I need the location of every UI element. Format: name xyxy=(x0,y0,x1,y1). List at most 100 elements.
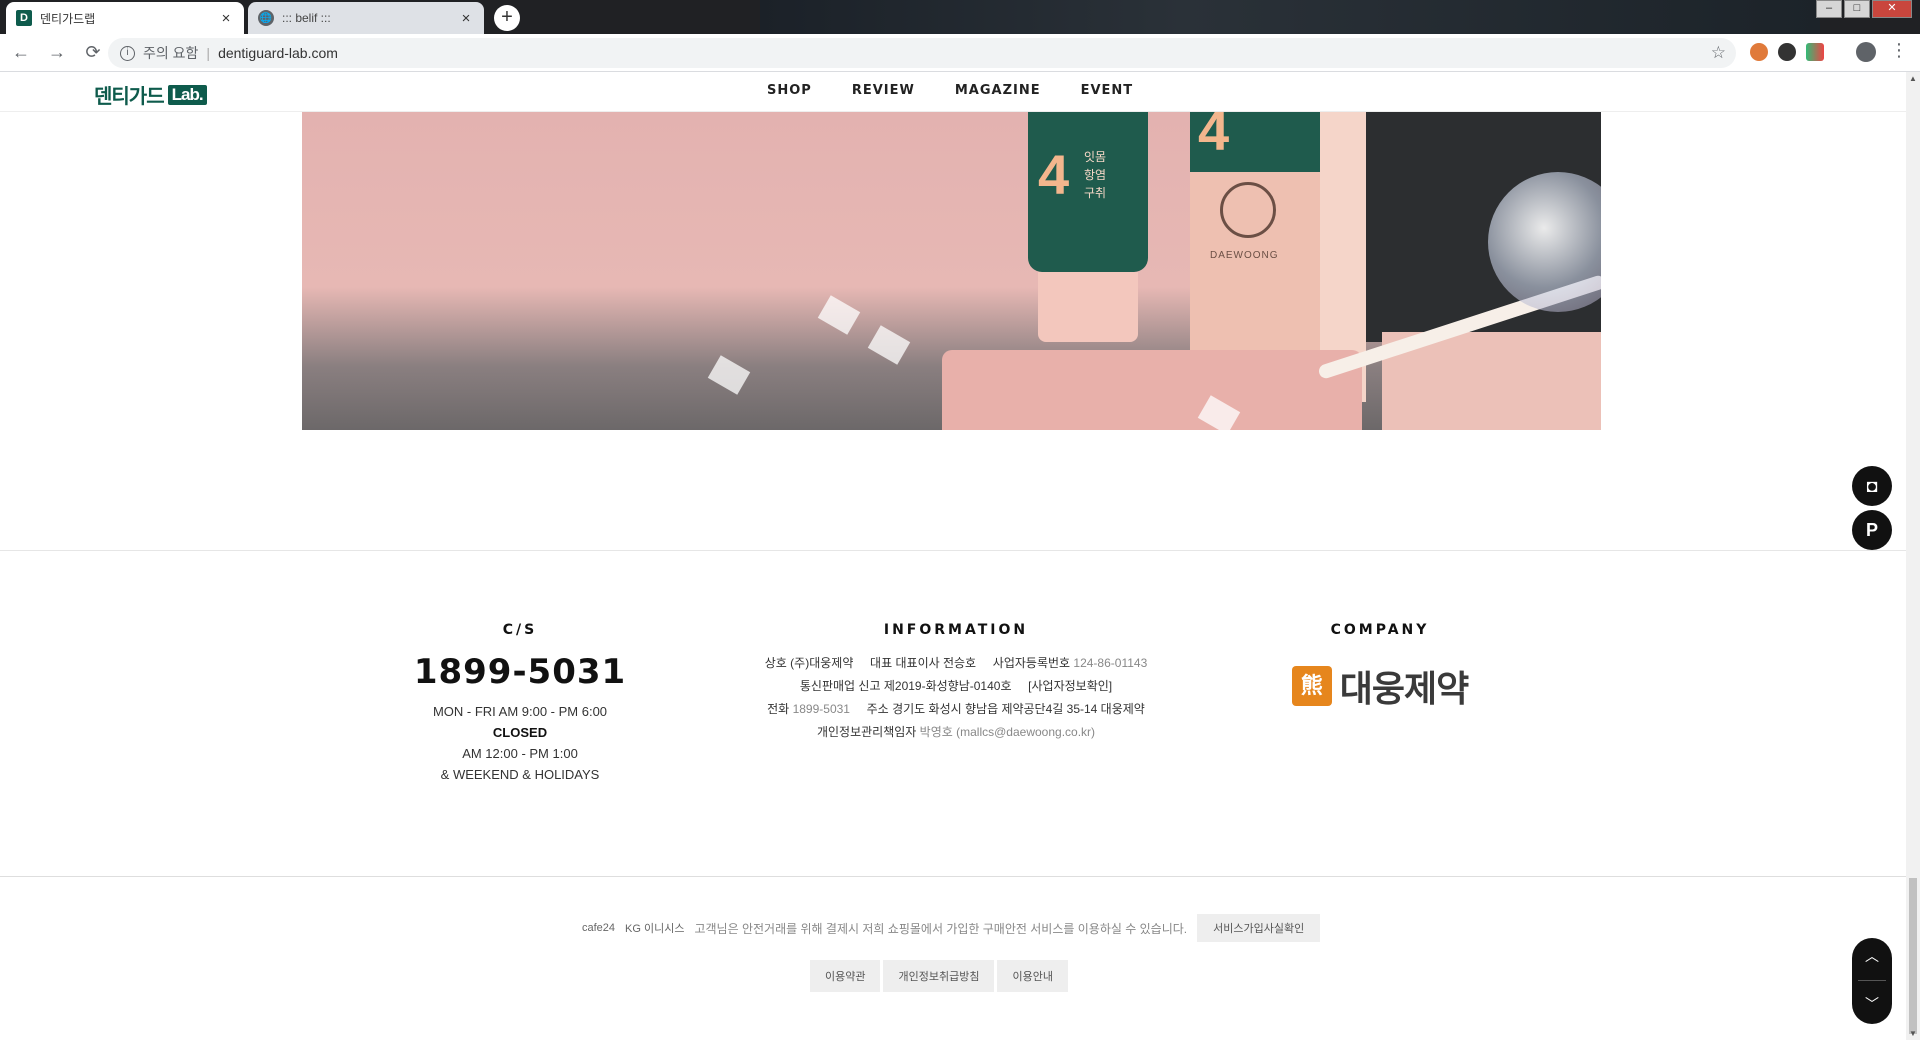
toothpaste-tube: 4 잇몸 항염 구취 xyxy=(1028,112,1148,272)
page-scrollbar[interactable]: ▲ ▼ xyxy=(1906,72,1920,1040)
crystal xyxy=(707,355,751,395)
info-value: 박영호 (mallcs@daewoong.co.kr) xyxy=(919,725,1096,739)
cs-holidays: & WEEKEND & HOLIDAYS xyxy=(440,767,600,782)
scroll-up-arrow-icon[interactable]: ▲ xyxy=(1909,74,1917,83)
cs-heading: C/S xyxy=(502,622,538,638)
terms-link[interactable]: 이용약관 xyxy=(810,960,881,992)
logo-badge: Lab. xyxy=(167,84,207,105)
escrow-notice: cafe24 KG 이니시스 고객님은 안전거래를 위해 결제시 저희 쇼핑몰에… xyxy=(582,914,1321,942)
info-label: 통신판매업 신고 xyxy=(799,679,881,693)
footer-divider xyxy=(0,876,1906,877)
extension-icon[interactable] xyxy=(1750,43,1768,61)
scroll-up-button[interactable]: ︿ xyxy=(1852,946,1892,966)
business-info-link[interactable]: [사업자정보확인] xyxy=(1028,679,1112,693)
address-separator: | xyxy=(206,45,211,61)
hero-product-image: 4 잇몸 항염 구취 4 DAEWOONG xyxy=(302,112,1601,430)
footer-cs: C/S 1899-5031 MON - FRI AM 9:00 - PM 6:0… xyxy=(400,622,640,782)
crystal xyxy=(867,325,911,365)
close-tab-icon[interactable]: × xyxy=(458,10,474,27)
service-verify-button[interactable]: 서비스가입사실확인 xyxy=(1197,914,1321,942)
seal-icon xyxy=(1220,182,1276,238)
nav-shop[interactable]: SHOP xyxy=(767,83,812,98)
main-navigation: SHOP REVIEW MAGAZINE EVENT xyxy=(767,83,1133,98)
info-value: 대표이사 전승호 xyxy=(895,656,977,670)
security-label: 주의 요함 xyxy=(143,45,199,61)
profile-avatar-icon[interactable] xyxy=(1856,42,1876,62)
extension-icon[interactable] xyxy=(1778,43,1796,61)
reload-icon[interactable]: ⟳ xyxy=(78,42,108,63)
web-page: 덴티가드 Lab. SHOP REVIEW MAGAZINE EVENT 4 잇… xyxy=(0,72,1906,1040)
back-icon[interactable]: ← xyxy=(6,42,36,63)
url-text[interactable]: dentiguard-lab.com xyxy=(218,45,338,61)
tab-title: ::: belif ::: xyxy=(282,11,331,25)
info-label: 개인정보관리책임자 xyxy=(816,725,917,739)
forward-icon[interactable]: → xyxy=(42,42,72,63)
minimize-button[interactable]: – xyxy=(1816,0,1842,18)
info-label: 사업자등록번호 xyxy=(992,656,1071,670)
bear-logo-icon: 熊 xyxy=(1291,666,1332,706)
browser-tab-bar: D 덴티가드랩 × 🌐 ::: belif ::: × + – □ ✕ xyxy=(0,0,1920,34)
escrow-text: 고객님은 안전거래를 위해 결제시 저희 쇼핑몰에서 가입한 구매안전 서비스를… xyxy=(694,921,1188,936)
footer-company: COMPANY 熊 대웅제약 xyxy=(1240,622,1520,712)
crystal xyxy=(817,295,861,335)
tube-number: 4 xyxy=(1038,143,1070,206)
cs-hours: MON - FRI AM 9:00 - PM 6:00 xyxy=(432,704,608,719)
info-icon[interactable]: i xyxy=(120,45,135,61)
desktop-background xyxy=(760,0,1820,34)
daewoong-logo[interactable]: 熊 대웅제약 xyxy=(1240,660,1520,712)
plus-friend-icon[interactable]: P xyxy=(1852,510,1892,550)
dentiguard-favicon-icon: D xyxy=(16,10,32,26)
new-tab-button[interactable]: + xyxy=(494,5,520,31)
tab-dentiguard[interactable]: D 덴티가드랩 × xyxy=(6,2,244,34)
company-name: 대웅제약 xyxy=(1339,668,1469,709)
close-window-button[interactable]: ✕ xyxy=(1872,0,1912,18)
site-header: 덴티가드 Lab. SHOP REVIEW MAGAZINE EVENT xyxy=(0,72,1906,112)
information-rows: 상호 (주)대웅제약 대표 대표이사 전승호 사업자등록번호 124-86-01… xyxy=(716,652,1196,744)
information-heading: INFORMATION xyxy=(883,622,1029,638)
tab-title: 덴티가드랩 xyxy=(40,11,96,26)
info-value: 1899-5031 xyxy=(792,702,850,716)
instagram-icon[interactable]: ◘ xyxy=(1852,466,1892,506)
nav-magazine[interactable]: MAGAZINE xyxy=(955,83,1041,98)
footer-divider xyxy=(0,550,1906,551)
maximize-button[interactable]: □ xyxy=(1844,0,1870,18)
globe-icon: 🌐 xyxy=(258,10,274,26)
info-value: 경기도 화성시 향남읍 제약공단4길 35-14 대웅제약 xyxy=(892,702,1145,716)
close-tab-icon[interactable]: × xyxy=(218,10,234,27)
site-logo[interactable]: 덴티가드 Lab. xyxy=(94,80,207,109)
info-value: 124-86-01143 xyxy=(1073,656,1148,670)
box-number: 4 xyxy=(1198,112,1230,162)
scroll-down-arrow-icon[interactable]: ▼ xyxy=(1909,1029,1917,1038)
tab-belif[interactable]: 🌐 ::: belif ::: × xyxy=(248,2,484,34)
footer-links: 이용약관 개인정보취급방침 이용안내 xyxy=(810,960,1068,992)
kg-inicis-logo: KG 이니시스 xyxy=(625,923,685,935)
extension-icon[interactable] xyxy=(1806,43,1824,61)
menu-icon[interactable]: ⋮ xyxy=(1890,40,1908,61)
nav-event[interactable]: EVENT xyxy=(1081,83,1134,98)
guide-link[interactable]: 이용안내 xyxy=(997,960,1068,992)
cafe24-logo: cafe24 xyxy=(582,922,616,934)
privacy-policy-link[interactable]: 개인정보취급방침 xyxy=(883,960,995,992)
info-label: 상호 xyxy=(764,656,787,670)
bookmark-star-icon[interactable]: ☆ xyxy=(1711,43,1726,63)
info-row: 전화 1899-5031 주소 경기도 화성시 향남읍 제약공단4길 35-14… xyxy=(716,698,1196,721)
nav-review[interactable]: REVIEW xyxy=(852,83,915,98)
pedestal xyxy=(942,350,1362,430)
address-bar[interactable]: i 주의 요함 | dentiguard-lab.com ☆ xyxy=(108,38,1736,68)
info-row: 통신판매업 신고 제2019-화성향남-0140호 [사업자정보확인] xyxy=(716,675,1196,698)
cs-lunch: AM 12:00 - PM 1:00 xyxy=(462,746,578,761)
info-label: 전화 xyxy=(767,702,790,716)
scrollbar-thumb[interactable] xyxy=(1909,878,1917,1034)
info-label: 대표 xyxy=(870,656,893,670)
footer-information: INFORMATION 상호 (주)대웅제약 대표 대표이사 전승호 사업자등록… xyxy=(716,622,1196,744)
scroll-down-button[interactable]: ﹀ xyxy=(1852,994,1892,1014)
info-label: 주소 xyxy=(866,702,889,716)
cs-phone: 1899-5031 xyxy=(413,652,627,692)
scroll-buttons: ︿ ﹀ xyxy=(1852,938,1892,1024)
box-brand: DAEWOONG xyxy=(1210,250,1279,261)
tube-label: 잇몸 항염 구취 xyxy=(1084,150,1107,200)
info-row: 개인정보관리책임자 박영호 (mallcs@daewoong.co.kr) xyxy=(716,721,1196,744)
window-controls: – □ ✕ xyxy=(1816,0,1912,18)
scroll-divider xyxy=(1858,980,1886,981)
tube-cap xyxy=(1038,272,1138,342)
